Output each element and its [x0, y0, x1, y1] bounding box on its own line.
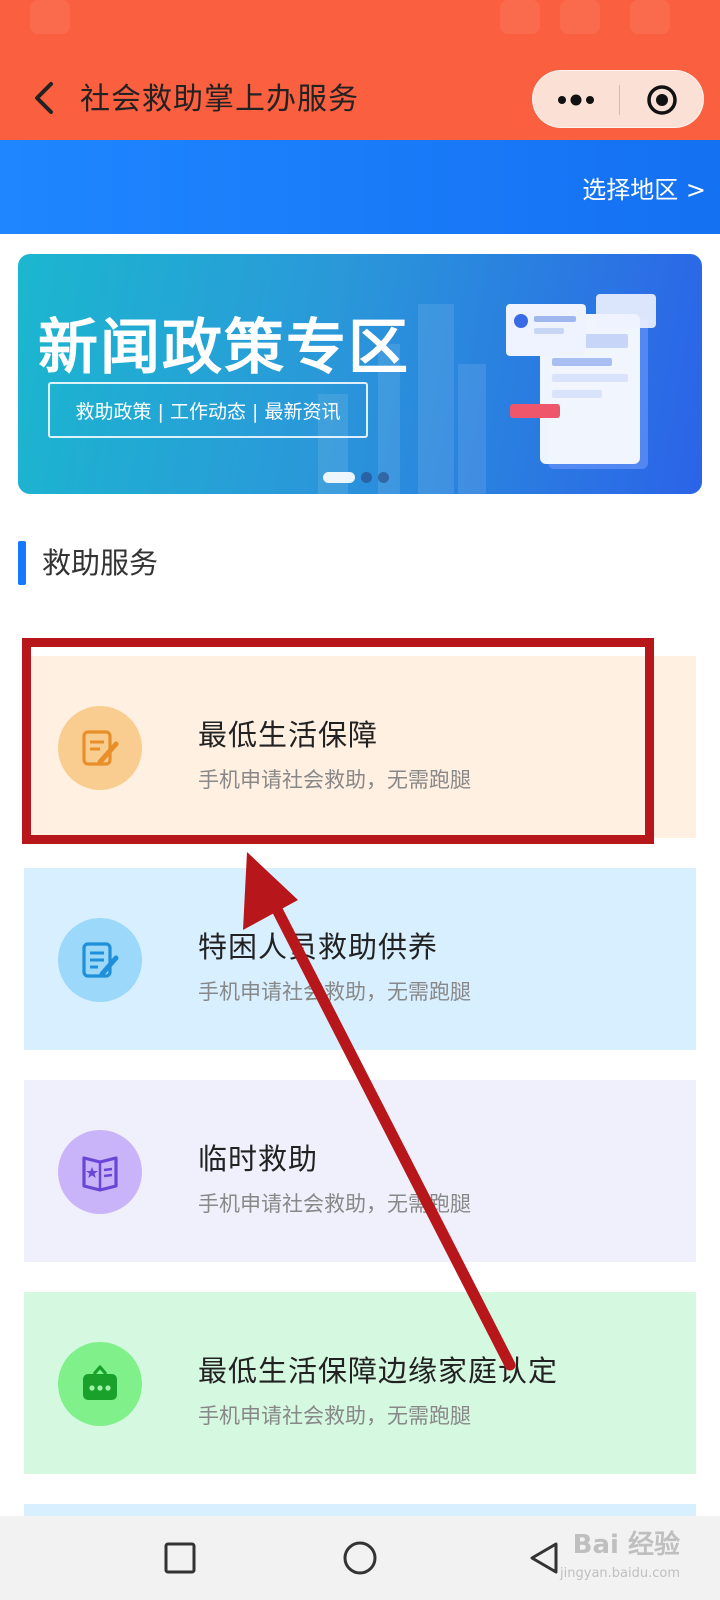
service-card-extreme-poverty[interactable]: 特困人员救助供养 手机申请社会救助，无需跑腿 — [24, 868, 696, 1050]
service-title: 最低生活保障边缘家庭认定 — [198, 1354, 559, 1388]
triangle-back-icon — [530, 1542, 558, 1574]
more-button[interactable] — [533, 71, 619, 129]
service-card-temporary-aid[interactable]: 临时救助 手机申请社会救助，无需跑腿 — [24, 1080, 696, 1262]
service-desc: 手机申请社会救助，无需跑腿 — [198, 980, 471, 1004]
banner-subtitle: 救助政策 | 工作动态 | 最新资讯 — [48, 382, 368, 438]
close-mini-program-button[interactable] — [619, 71, 705, 129]
region-bar: 选择地区 > — [0, 140, 720, 234]
carousel-dot-active — [323, 471, 355, 483]
circle-icon — [343, 1541, 377, 1575]
star-book-icon — [58, 1130, 142, 1214]
banner-title: 新闻政策专区 — [38, 313, 410, 383]
more-dots-icon — [558, 94, 594, 106]
back-button[interactable] — [24, 76, 64, 120]
section-accent-bar — [18, 541, 26, 585]
service-desc: 手机申请社会救助，无需跑腿 — [198, 1404, 471, 1428]
section-title: 救助服务 — [42, 546, 159, 580]
home-button[interactable] — [336, 1534, 384, 1582]
status-bar — [0, 0, 720, 40]
service-title: 特困人员救助供养 — [198, 930, 439, 964]
target-circle-icon — [647, 85, 677, 115]
highlight-box — [22, 638, 654, 844]
chat-bag-icon — [58, 1342, 142, 1426]
recents-button[interactable] — [156, 1534, 204, 1582]
carousel-indicator — [323, 471, 389, 483]
watermark-url: jingyan.baidu.com — [560, 1566, 680, 1581]
top-nav-bar: 社会救助掌上办服务 — [0, 0, 720, 140]
chevron-left-icon — [35, 82, 53, 114]
page-title: 社会救助掌上办服务 — [80, 82, 359, 117]
carousel-dot — [361, 471, 372, 483]
document-edit-icon — [58, 918, 142, 1002]
square-icon — [164, 1542, 196, 1574]
system-navigation-bar: Bai 经验 jingyan.baidu.com — [0, 1516, 720, 1600]
carousel-dot — [378, 471, 389, 483]
banner-illustration — [506, 294, 656, 469]
select-region-link[interactable]: 选择地区 > — [582, 170, 706, 205]
mini-program-capsule — [532, 70, 704, 128]
news-banner[interactable]: 新闻政策专区 救助政策 | 工作动态 | 最新资讯 — [18, 254, 702, 494]
service-desc: 手机申请社会救助，无需跑腿 — [198, 1192, 471, 1216]
service-card-marginal-family[interactable]: 最低生活保障边缘家庭认定 手机申请社会救助，无需跑腿 — [24, 1292, 696, 1474]
watermark-logo: Bai 经验 — [572, 1530, 680, 1560]
service-title: 临时救助 — [198, 1142, 319, 1176]
